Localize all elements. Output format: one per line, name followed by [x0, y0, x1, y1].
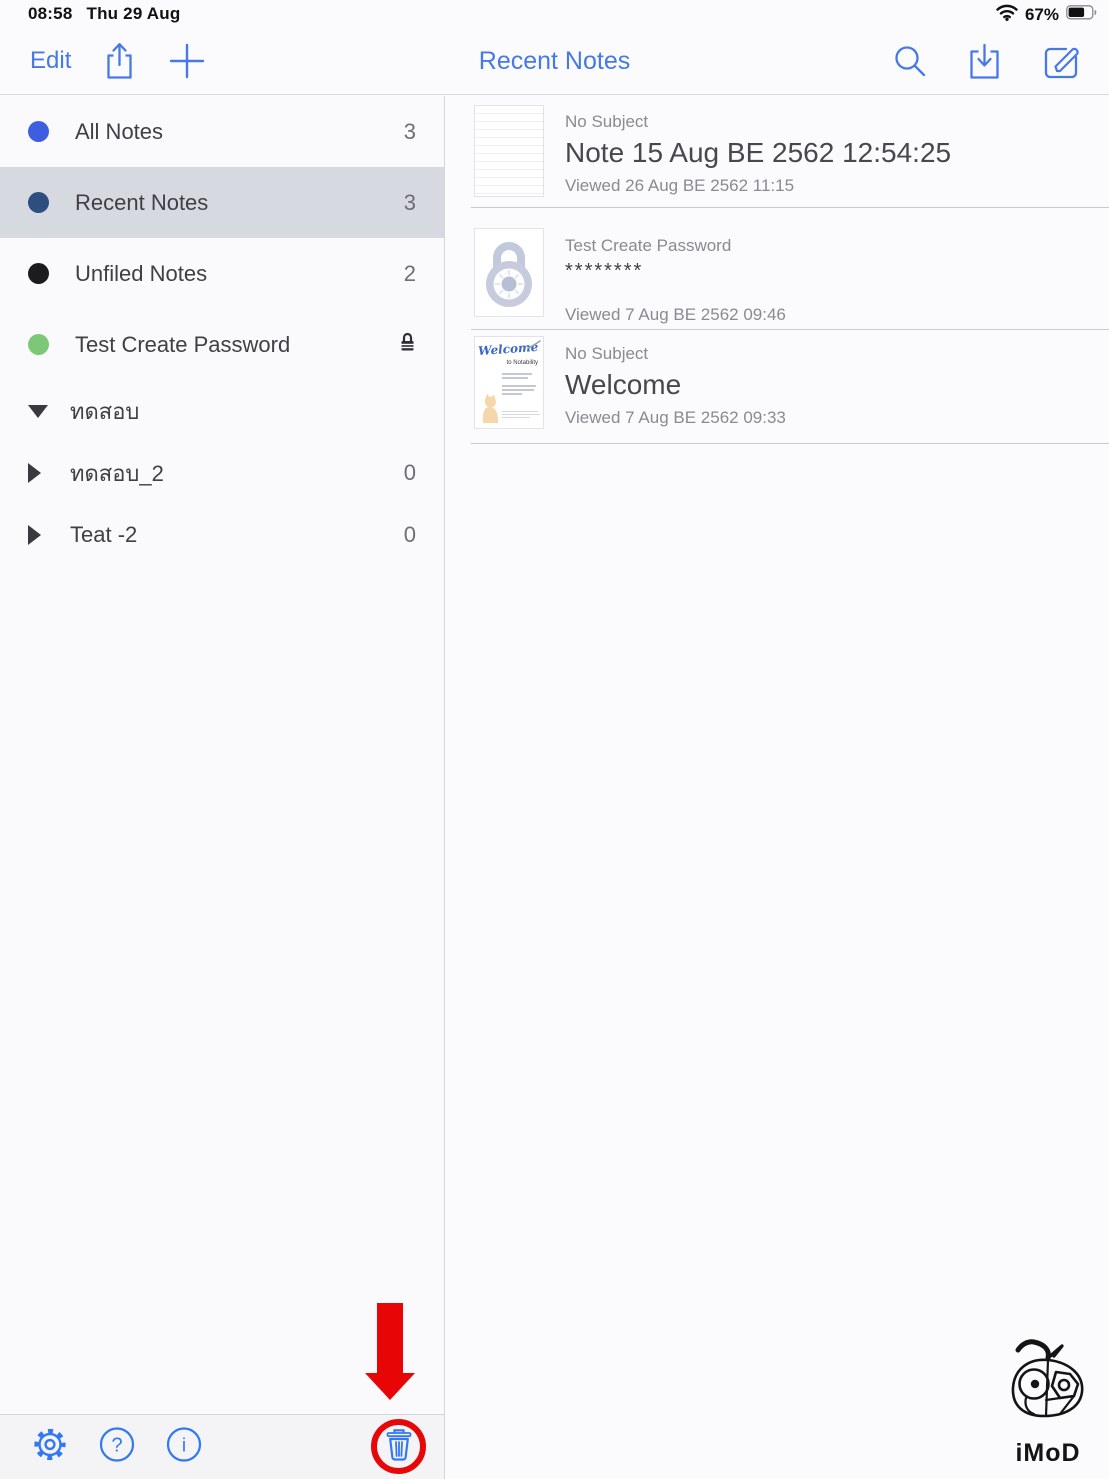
edit-button[interactable]: Edit [30, 47, 71, 75]
note-list: No Subject Note 15 Aug BE 2562 12:54:25 … [446, 96, 1109, 1479]
note-row-1[interactable]: No Subject Note 15 Aug BE 2562 12:54:25 … [446, 96, 1109, 208]
red-arrow-head [365, 1373, 415, 1400]
sidebar-item-count: 2 [404, 261, 416, 287]
sidebar-item-unfiled-notes[interactable]: Unfiled Notes 2 [0, 238, 444, 309]
status-bar: 08:58 Thu 29 Aug 67% [0, 0, 1109, 28]
sidebar-divider-collapsed-1[interactable]: ทดสอบ_2 0 [0, 442, 444, 504]
note-row-3[interactable]: Welcome to Notability [446, 330, 1109, 444]
compose-icon[interactable] [1041, 41, 1081, 81]
note-subject: Test Create Password [565, 236, 1093, 256]
sidebar-item-label: Test Create Password [75, 332, 399, 358]
add-icon[interactable] [168, 42, 206, 80]
sidebar-item-count: 3 [404, 190, 416, 216]
sidebar-item-count: 3 [404, 119, 416, 145]
note-title: Welcome [565, 369, 1093, 401]
sidebar-item-count: 0 [404, 460, 416, 486]
import-icon[interactable] [966, 41, 1003, 81]
welcome-thumb-subheading: to Notability [507, 360, 538, 366]
disclosure-right-icon[interactable] [28, 525, 41, 545]
sidebar-item-label: ทดสอบ_2 [70, 456, 404, 491]
imod-watermark: iMoD [998, 1336, 1098, 1468]
sidebar-item-label: All Notes [75, 119, 404, 145]
subject-color-dot [28, 263, 49, 284]
battery-percent: 67% [1025, 5, 1059, 25]
note-viewed: Viewed 26 Aug BE 2562 11:15 [565, 176, 1093, 196]
sidebar-item-all-notes[interactable]: All Notes 3 [0, 96, 444, 167]
help-icon[interactable]: ? [99, 1427, 135, 1468]
subject-color-dot [28, 334, 49, 355]
pen-doodle-icon [527, 340, 541, 350]
note-subject: No Subject [565, 112, 1093, 132]
note-viewed: Viewed 7 Aug BE 2562 09:33 [565, 408, 1093, 428]
note-thumbnail-lock [474, 228, 544, 317]
battery-icon [1066, 5, 1097, 25]
status-time-date: 08:58 Thu 29 Aug [28, 4, 180, 24]
sidebar-item-count: 0 [404, 522, 416, 548]
note-title: Note 15 Aug BE 2562 12:54:25 [565, 137, 1093, 169]
subject-color-dot [28, 192, 49, 213]
search-icon[interactable] [892, 43, 928, 79]
note-subject: No Subject [565, 344, 1093, 364]
disclosure-down-icon[interactable] [28, 405, 48, 418]
red-arrow-annotation [377, 1303, 403, 1374]
settings-gear-icon[interactable] [30, 1425, 70, 1470]
note-viewed: Viewed 7 Aug BE 2562 09:46 [565, 305, 1093, 325]
top-toolbar: Edit Recent Notes [0, 28, 1109, 95]
imod-label: iMoD [998, 1439, 1098, 1468]
row-divider [471, 443, 1109, 444]
note-thumbnail-paper [474, 105, 544, 197]
sidebar-divider-collapsed-2[interactable]: Teat -2 0 [0, 504, 444, 566]
sidebar-item-label: Unfiled Notes [75, 261, 404, 287]
disclosure-right-icon[interactable] [28, 463, 41, 483]
note-row-2[interactable]: Test Create Password ******** Viewed 7 A… [446, 208, 1109, 330]
sidebar-item-test-create-password[interactable]: Test Create Password [0, 309, 444, 380]
red-circle-annotation [371, 1419, 426, 1474]
sidebar-item-label: ทดสอบ [70, 394, 416, 429]
status-indicators: 67% [996, 4, 1097, 26]
sidebar: All Notes 3 Recent Notes 3 Unfiled Notes… [0, 96, 445, 1479]
info-glyph: i [182, 1436, 186, 1457]
status-date: Thu 29 Aug [86, 4, 180, 23]
note-title-password: ******** [565, 260, 1093, 283]
help-glyph: ? [111, 1435, 122, 1457]
cat-illustration [479, 392, 501, 424]
info-icon[interactable]: i [166, 1427, 202, 1468]
share-icon[interactable] [103, 41, 136, 81]
lock-icon [399, 331, 416, 358]
sidebar-item-recent-notes[interactable]: Recent Notes 3 [0, 167, 444, 238]
imod-logo-icon [1004, 1336, 1092, 1438]
wifi-icon [996, 4, 1018, 26]
notability-app-screen: 08:58 Thu 29 Aug 67% [0, 0, 1109, 1479]
subject-color-dot [28, 121, 49, 142]
status-time: 08:58 [28, 4, 72, 23]
note-thumbnail-welcome: Welcome to Notability [474, 336, 544, 429]
sidebar-divider-open[interactable]: ทดสอบ [0, 380, 444, 442]
sidebar-item-label: Teat -2 [70, 522, 404, 548]
sidebar-item-label: Recent Notes [75, 190, 404, 216]
